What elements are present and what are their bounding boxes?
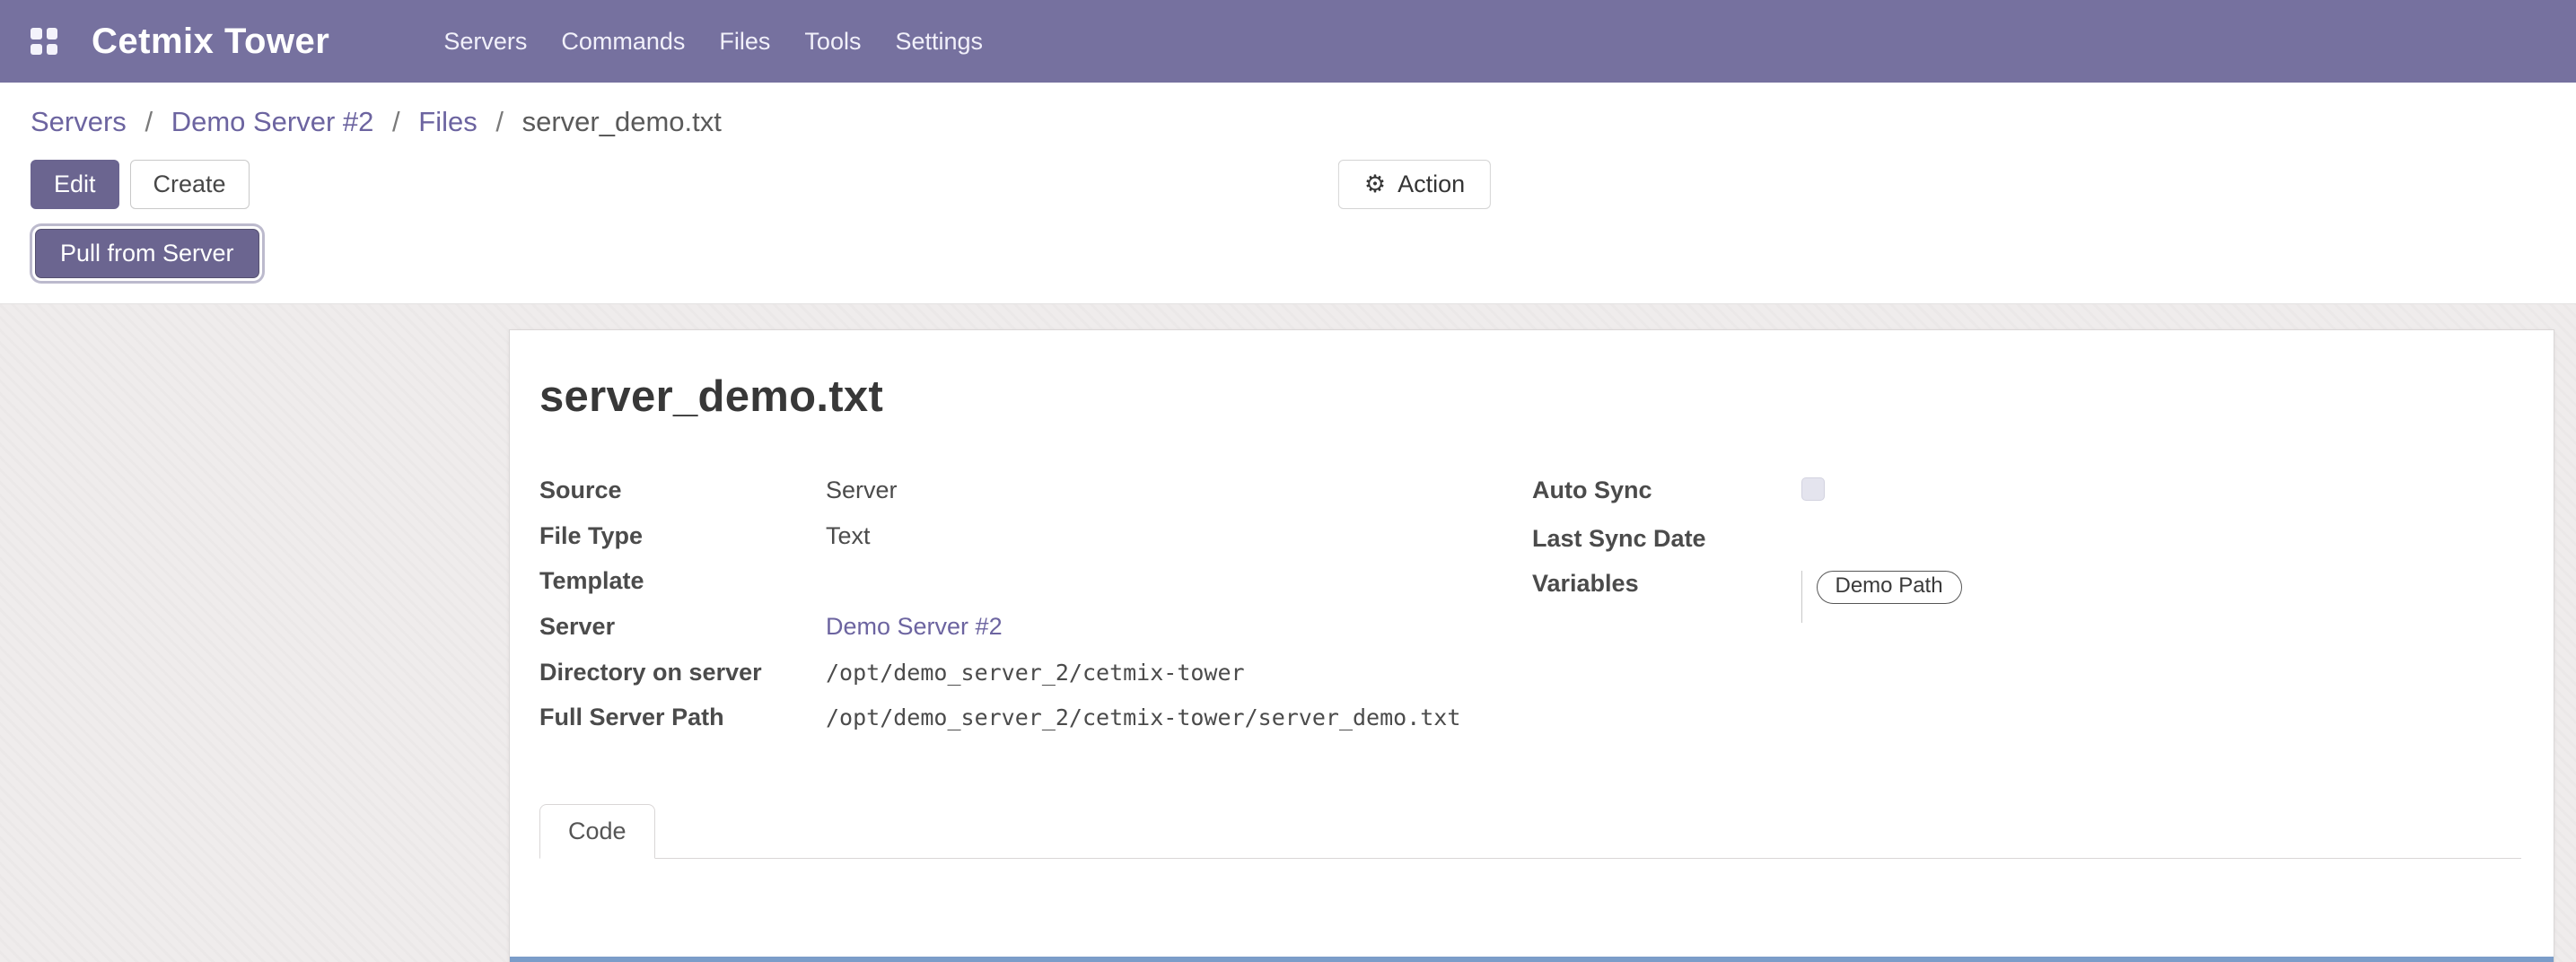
notebook: Code xyxy=(539,804,2521,859)
notebook-tabs: Code xyxy=(539,804,2521,859)
field-label-full-path: Full Server Path xyxy=(539,704,826,750)
auto-sync-checkbox[interactable] xyxy=(1801,477,1825,501)
record-title: server_demo.txt xyxy=(539,372,2521,422)
field-value-directory: /opt/demo_server_2/cetmix-tower xyxy=(826,660,1245,686)
breadcrumb-current: server_demo.txt xyxy=(522,106,722,137)
pull-from-server-button[interactable]: Pull from Server xyxy=(35,229,259,278)
nav-menu: Servers Commands Files Tools Settings xyxy=(426,0,1000,83)
field-value-source: Server xyxy=(826,477,1491,523)
code-editor-top-edge xyxy=(510,957,2554,962)
breadcrumb-separator: / xyxy=(145,106,153,137)
field-label-auto-sync: Auto Sync xyxy=(1532,477,1801,526)
gear-icon: ⚙ xyxy=(1364,172,1386,197)
field-label-source: Source xyxy=(539,477,826,523)
variable-tag-demo-path[interactable]: Demo Path xyxy=(1817,571,1962,604)
field-row-variables: Variables Demo Path xyxy=(1532,571,2214,623)
action-menu-button[interactable]: ⚙ Action xyxy=(1338,160,1491,209)
field-value-template xyxy=(826,568,1491,614)
field-value-server-link[interactable]: Demo Server #2 xyxy=(826,613,1003,640)
apps-grid-square xyxy=(31,28,42,39)
apps-grid-square xyxy=(47,44,58,56)
breadcrumb: Servers / Demo Server #2 / Files / serve… xyxy=(0,83,2576,138)
field-label-last-sync-date: Last Sync Date xyxy=(1532,526,1801,572)
nav-item-tools[interactable]: Tools xyxy=(787,0,878,83)
form-sheet: server_demo.txt Source Server File Type … xyxy=(509,329,2554,962)
field-label-server: Server xyxy=(539,614,826,660)
field-groups: Source Server File Type Text Template Se… xyxy=(539,477,2521,750)
field-group-right: Auto Sync Last Sync Date Variables Demo … xyxy=(1532,477,2214,623)
breadcrumb-link-servers[interactable]: Servers xyxy=(31,106,127,137)
field-label-directory: Directory on server xyxy=(539,660,826,705)
field-row-server: Server Demo Server #2 xyxy=(539,614,1491,660)
edit-button[interactable]: Edit xyxy=(31,160,119,209)
field-row-auto-sync: Auto Sync xyxy=(1532,477,2214,526)
nav-item-files[interactable]: Files xyxy=(702,0,787,83)
field-row-full-path: Full Server Path /opt/demo_server_2/cetm… xyxy=(539,704,1491,750)
nav-item-commands[interactable]: Commands xyxy=(544,0,702,83)
field-group-left: Source Server File Type Text Template Se… xyxy=(539,477,1491,750)
field-row-template: Template xyxy=(539,568,1491,614)
breadcrumb-link-demo-server-2[interactable]: Demo Server #2 xyxy=(171,106,374,137)
record-actions-row: Pull from Server xyxy=(0,209,2576,303)
field-row-directory: Directory on server /opt/demo_server_2/c… xyxy=(539,660,1491,705)
field-value-full-path: /opt/demo_server_2/cetmix-tower/server_d… xyxy=(826,704,1460,730)
breadcrumb-separator: / xyxy=(392,106,400,137)
breadcrumb-separator: / xyxy=(495,106,504,137)
field-row-file-type: File Type Text xyxy=(539,523,1491,569)
app-brand[interactable]: Cetmix Tower xyxy=(92,22,329,62)
field-label-file-type: File Type xyxy=(539,523,826,569)
apps-grid-square xyxy=(31,44,42,56)
field-row-source: Source Server xyxy=(539,477,1491,523)
field-value-last-sync-date xyxy=(1801,526,2214,572)
nav-item-servers[interactable]: Servers xyxy=(426,0,544,83)
create-button[interactable]: Create xyxy=(130,160,250,209)
variables-tags-field: Demo Path xyxy=(1801,571,2214,623)
field-row-last-sync-date: Last Sync Date xyxy=(1532,526,2214,572)
action-menu-label: Action xyxy=(1398,171,1465,198)
field-label-variables: Variables xyxy=(1532,571,1801,623)
breadcrumb-link-files[interactable]: Files xyxy=(418,106,477,137)
control-panel-buttons: Edit Create ⚙ Action xyxy=(0,138,2576,209)
field-label-template: Template xyxy=(539,568,826,614)
tab-code[interactable]: Code xyxy=(539,804,655,859)
content-area: server_demo.txt Source Server File Type … xyxy=(0,303,2576,962)
nav-item-settings[interactable]: Settings xyxy=(878,0,1000,83)
field-value-file-type: Text xyxy=(826,523,1491,569)
top-navbar: Cetmix Tower Servers Commands Files Tool… xyxy=(0,0,2576,83)
apps-grid-square xyxy=(47,28,58,39)
apps-grid-icon[interactable] xyxy=(31,28,57,55)
